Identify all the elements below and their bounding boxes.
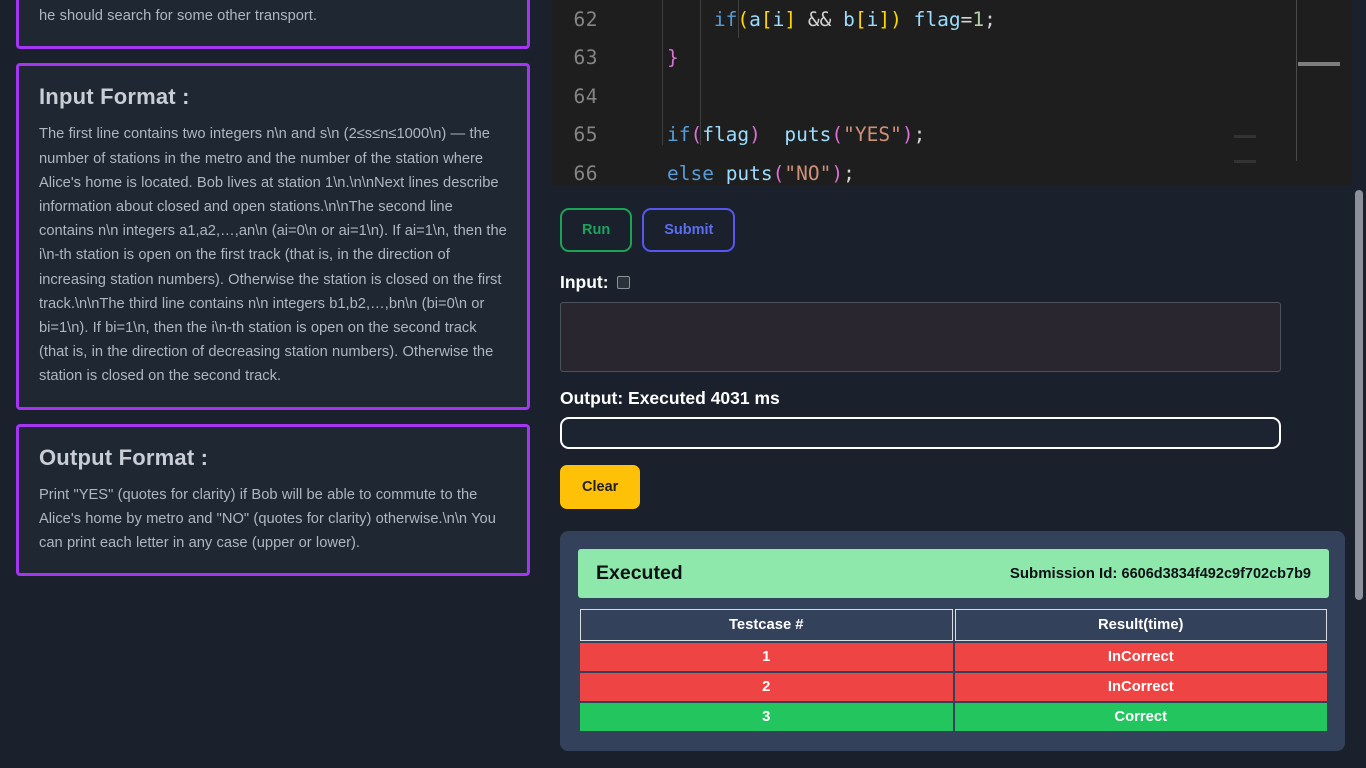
line-number: 65 [573,123,598,147]
code-line[interactable]: 64 [552,77,1352,116]
submission-id-label: Submission Id [1009,565,1113,582]
submission-id-value: 6606d3834f492c9f702cb7b9 [1121,566,1311,582]
editor-scroll-area[interactable]: 62 if(a[i] && b[i]) flag=1; 63 } 64 65 i… [552,0,1352,186]
line-number: 66 [573,161,598,185]
testcase-result: Correct [954,703,1327,731]
page-scrollbar-thumb[interactable] [1355,190,1363,600]
custom-input-checkbox[interactable] [616,276,630,289]
testcase-result: InCorrect [954,643,1327,671]
problem-description-panel: — for each station and for each track it… [16,0,530,50]
problem-statement-column[interactable]: — for each station and for each track it… [0,0,546,768]
table-row: 2 InCorrect [580,673,1327,701]
column-header-testcase: Testcase # [580,609,953,641]
code-line[interactable]: 63 } [552,39,1352,78]
submission-id-block: Submission Id: 6606d3834f492c9f702cb7b9 [1009,565,1311,582]
column-header-result: Result(time) [954,609,1327,641]
editor-minimap[interactable] [1234,0,1352,186]
code-editor[interactable]: 62 if(a[i] && b[i]) flag=1; 63 } 64 65 i… [552,0,1352,186]
submission-status-bar: Executed Submission Id: 6606d3834f492c9f… [578,549,1329,598]
testcase-result: InCorrect [954,673,1327,701]
problem-description-text: — for each station and for each track it… [39,0,487,25]
custom-input-textarea[interactable] [560,302,1281,372]
workspace-column: 62 if(a[i] && b[i]) flag=1; 63 } 64 65 i… [546,0,1366,768]
code-line[interactable]: 66 else puts("NO"); [552,154,1352,186]
code-line-content[interactable]: else puts("NO"); [620,162,855,185]
testcase-number: 1 [580,643,953,671]
input-format-panel: Input Format : The first line contains t… [16,63,530,410]
execution-status: Executed [596,562,683,584]
code-line-content[interactable]: } [620,46,679,69]
testcase-number: 2 [580,673,953,701]
submission-results-card: Executed Submission Id: 6606d3834f492c9f… [560,531,1345,751]
input-label: Input: [560,272,609,292]
line-number: 62 [573,7,598,31]
code-line[interactable]: 62 if(a[i] && b[i]) flag=1; [552,0,1352,39]
testcase-number: 3 [580,703,953,731]
output-status-label: Output: Executed 4031 ms [560,388,780,408]
input-format-text: The first line contains two integers n\n… [39,126,507,385]
output-format-panel: Output Format : Print "YES" (quotes for … [16,423,530,577]
submit-button[interactable]: Submit [642,208,736,252]
page-scrollbar[interactable] [1352,0,1366,768]
line-number: 64 [573,84,598,108]
input-label-row: Input: [546,252,1366,293]
run-button[interactable]: Run [560,208,633,252]
code-line-content[interactable]: if(flag) puts("YES"); [620,123,925,146]
code-line-content[interactable]: if(a[i] && b[i]) flag=1; [620,8,996,31]
testcase-results-table: Testcase # Result(time) 1 InCorrect 2 In… [578,607,1329,733]
clear-button[interactable]: Clear [560,465,641,509]
line-number: 63 [573,46,598,70]
input-format-heading: Input Format : [39,84,190,110]
table-header-row: Testcase # Result(time) [580,609,1327,641]
output-format-text: Print "YES" (quotes for clarity) if Bob … [39,486,496,552]
code-line[interactable]: 65 if(flag) puts("YES"); [552,116,1352,155]
code-judge-page: — for each station and for each track it… [0,0,1366,768]
output-format-heading: Output Format : [39,444,209,470]
table-row: 1 InCorrect [580,643,1327,671]
editor-action-bar: Run Submit [546,186,1366,252]
output-field[interactable] [560,417,1281,449]
table-row: 3 Correct [580,703,1327,731]
